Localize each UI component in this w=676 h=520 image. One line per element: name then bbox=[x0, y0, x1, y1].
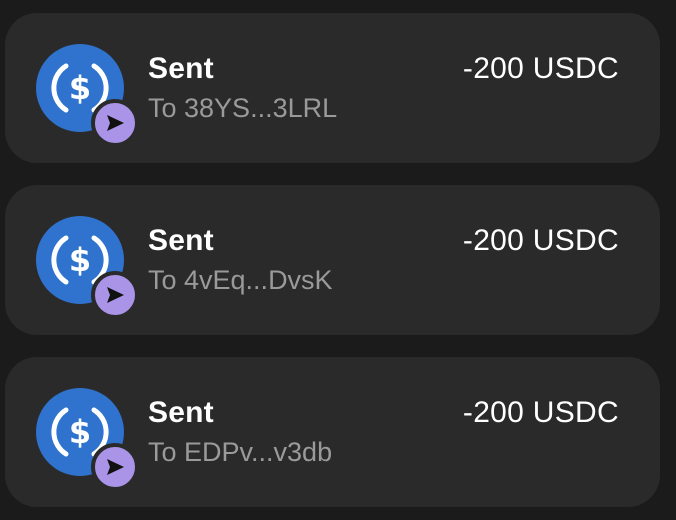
send-arrow-icon bbox=[91, 271, 139, 319]
send-arrow-icon bbox=[91, 99, 139, 147]
transaction-item[interactable]: $ Sent To EDPv...v3db -200 USDC bbox=[5, 357, 660, 507]
transaction-item[interactable]: $ Sent To 4vEq...DvsK -200 USDC bbox=[5, 185, 660, 335]
transaction-recipient: To 38YS...3LRL bbox=[148, 93, 338, 123]
svg-text:$: $ bbox=[69, 241, 91, 279]
transaction-amount: -200 USDC bbox=[462, 396, 619, 429]
transaction-amount: -200 USDC bbox=[462, 52, 619, 85]
send-arrow-icon bbox=[91, 443, 139, 491]
svg-text:$: $ bbox=[69, 69, 91, 107]
svg-text:$: $ bbox=[69, 413, 91, 451]
transaction-item[interactable]: $ Sent To 38YS...3LRL -200 USDC bbox=[5, 13, 660, 163]
transaction-title: Sent bbox=[148, 224, 214, 257]
transaction-title: Sent bbox=[148, 396, 214, 429]
transaction-recipient: To 4vEq...DvsK bbox=[148, 265, 333, 295]
transaction-recipient: To EDPv...v3db bbox=[148, 437, 333, 467]
transaction-list: $ Sent To 38YS...3LRL -200 USDC $ Sent T… bbox=[5, 13, 660, 507]
transaction-amount: -200 USDC bbox=[462, 224, 619, 257]
transaction-title: Sent bbox=[148, 52, 214, 85]
